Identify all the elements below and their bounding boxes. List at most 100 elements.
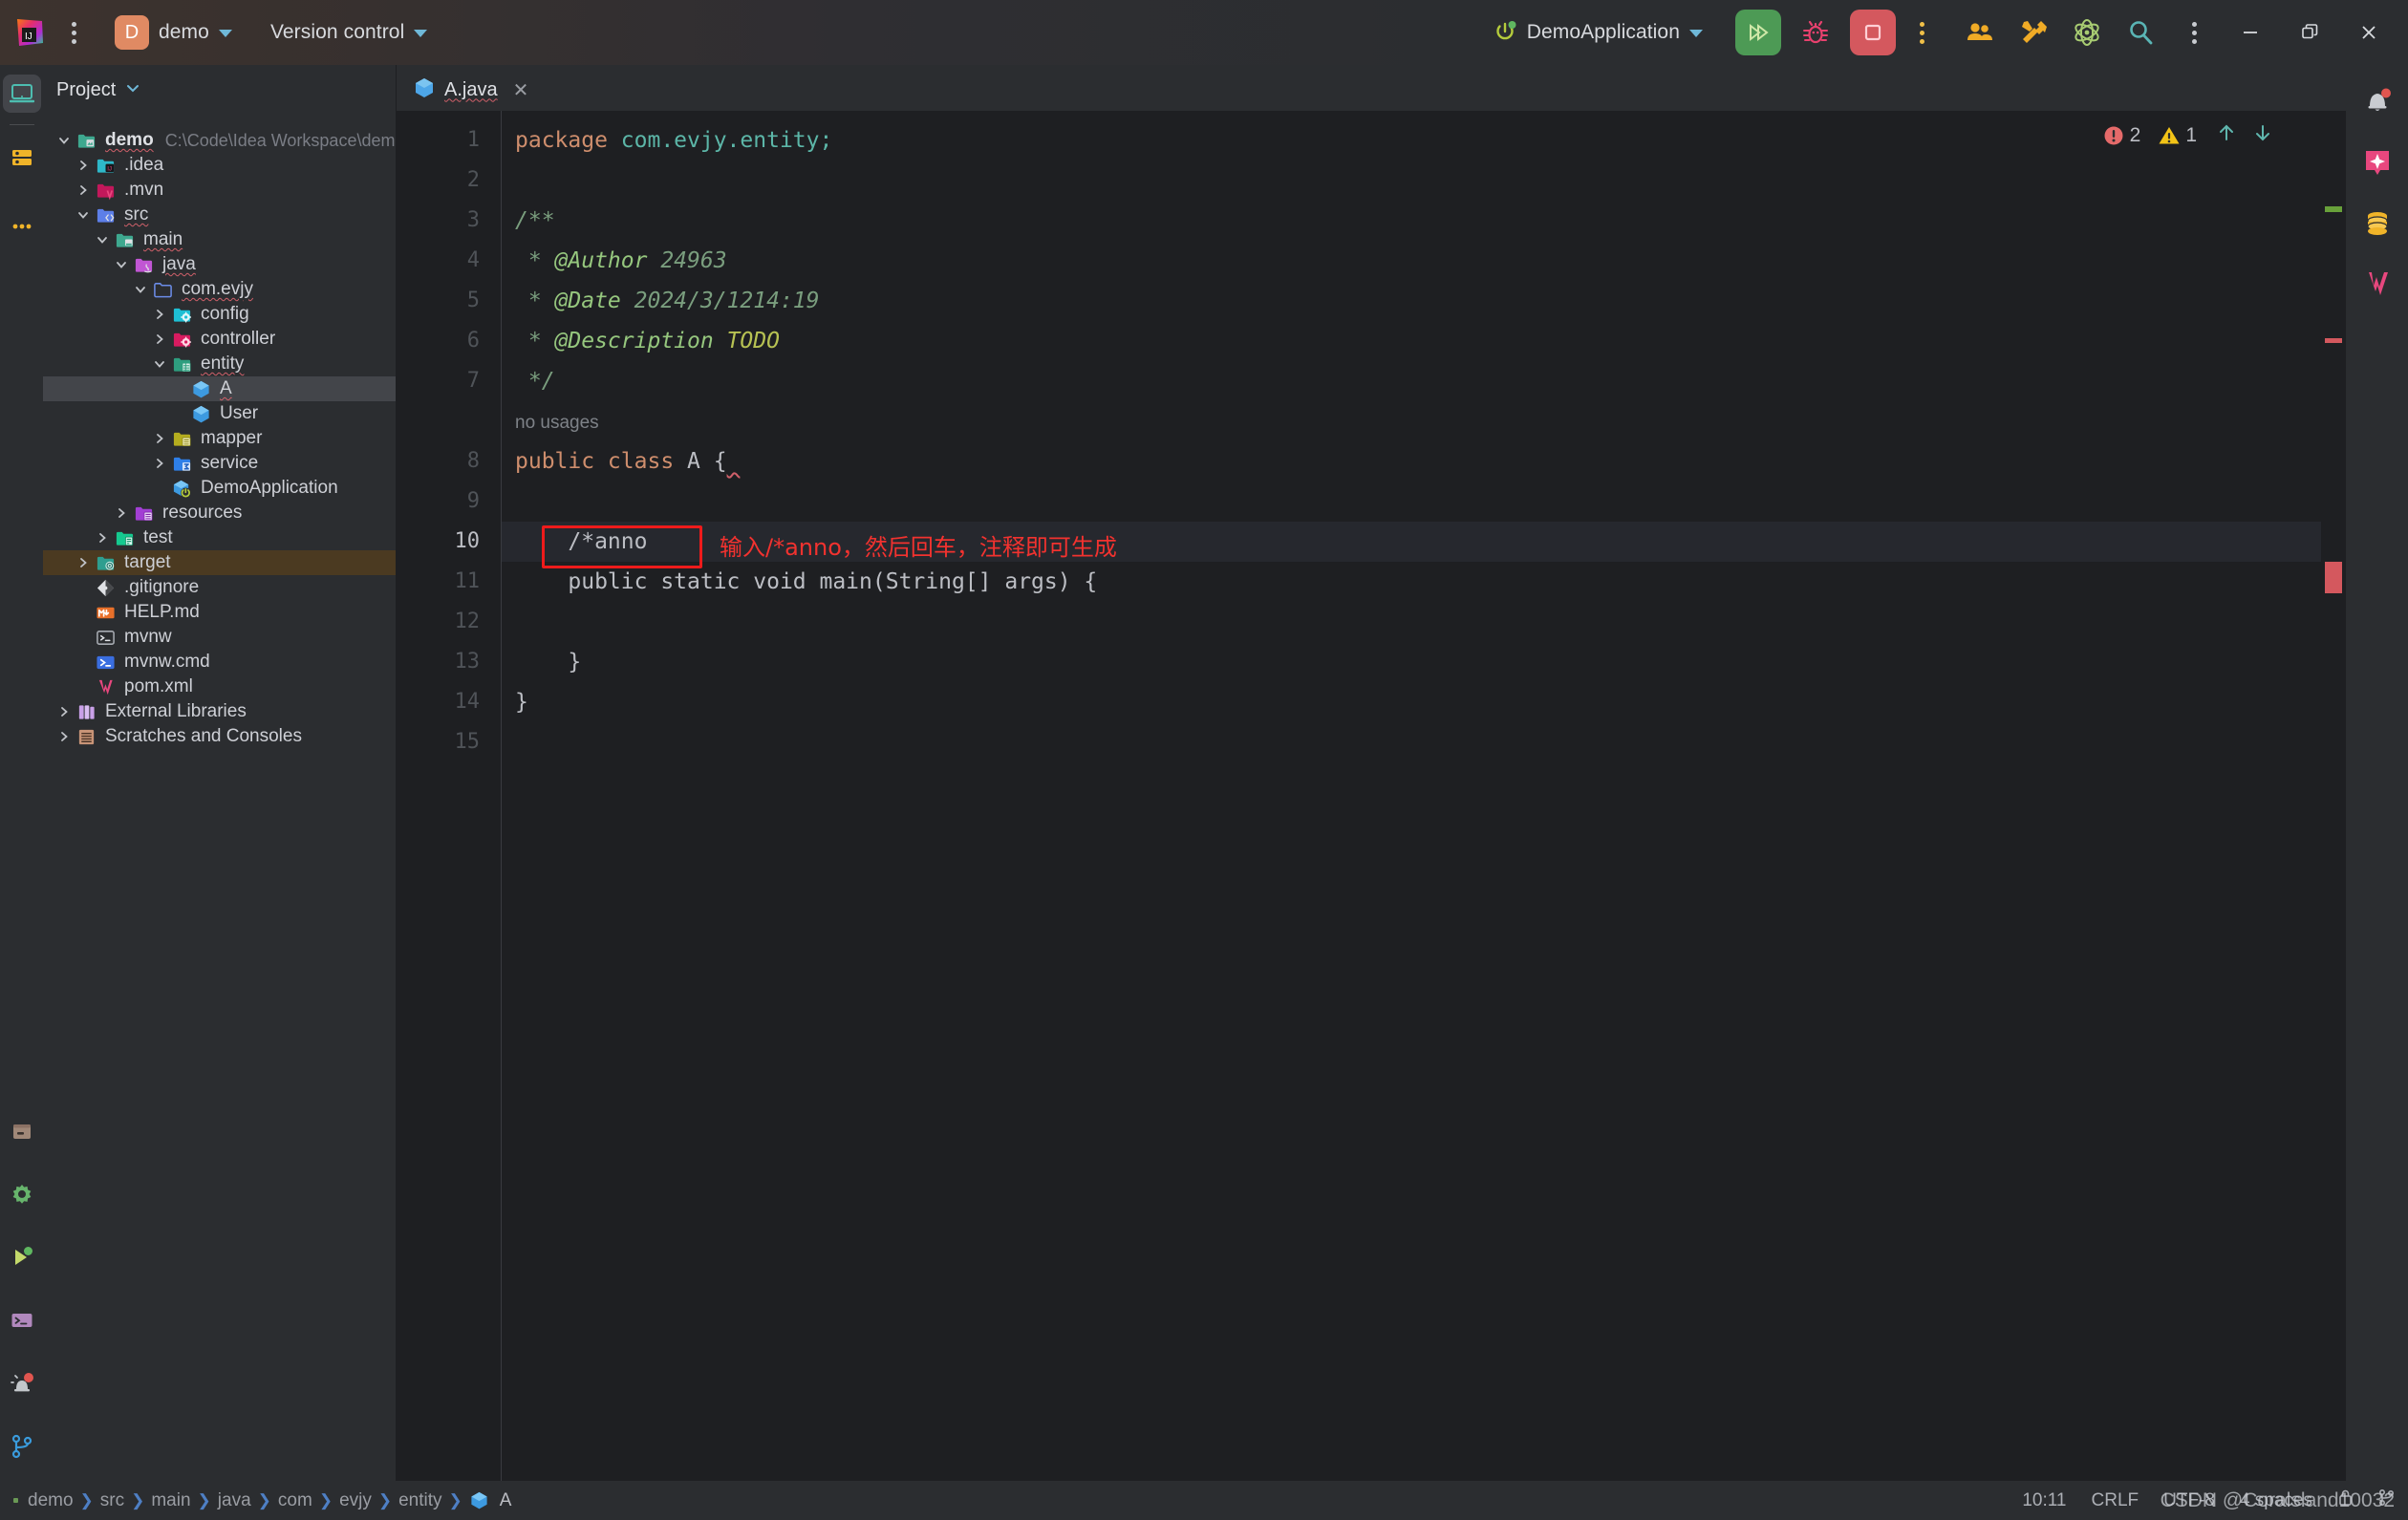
version-control-menu[interactable]: Version control (270, 21, 428, 44)
sidebar-item-more[interactable] (3, 207, 41, 246)
more-run-options-icon[interactable] (1907, 16, 1936, 49)
line-separator[interactable]: CRLF (2092, 1490, 2139, 1511)
warning-indicator[interactable]: 1 (2158, 124, 2197, 147)
code-line-8[interactable]: public class A { (502, 441, 2321, 482)
sidebar-item-problems[interactable] (3, 1364, 41, 1402)
line-number-11[interactable]: 11 (397, 562, 501, 602)
chevron-down-icon[interactable] (131, 283, 150, 296)
window-restore-button[interactable] (2280, 0, 2339, 65)
tree-item-a[interactable]: A (43, 376, 396, 401)
line-number-9[interactable]: 9 (397, 482, 501, 522)
tree-item-main[interactable]: main (43, 227, 396, 252)
tree-item-src[interactable]: src (43, 203, 396, 227)
breadcrumb-item-com[interactable]: com (278, 1490, 312, 1511)
tree-item--gitignore[interactable]: .gitignore (43, 575, 396, 600)
chevron-right-icon[interactable] (93, 531, 112, 545)
code-content[interactable]: package com.evjy.entity; /** * @Author 24… (502, 111, 2321, 1481)
code-line-1[interactable]: package com.evjy.entity; (502, 120, 2321, 161)
database-stack-icon[interactable] (2354, 201, 2400, 246)
tree-item-test[interactable]: test (43, 525, 396, 550)
red-error-marker[interactable] (2325, 338, 2342, 343)
sidebar-item-services[interactable] (3, 1175, 41, 1213)
editor-tab-a-java[interactable]: A.java ✕ (397, 69, 543, 115)
tree-item-demo[interactable]: demo C:\Code\Idea Workspace\demo (43, 128, 396, 153)
breadcrumb[interactable]: demo ❯ src ❯ main ❯ java ❯ com ❯ evjy ❯ entity ❯ A (13, 1490, 511, 1511)
tree-item-user[interactable]: User (43, 401, 396, 426)
red-error-block-marker[interactable] (2325, 562, 2342, 593)
chevron-right-icon[interactable] (150, 308, 169, 321)
chevron-right-icon[interactable] (74, 183, 93, 197)
chevron-down-icon[interactable] (74, 208, 93, 222)
line-number-10[interactable]: 10 (397, 522, 501, 562)
chevron-right-icon[interactable] (150, 432, 169, 445)
sidebar-item-project[interactable] (2, 75, 41, 113)
inspections-widget[interactable]: 2 1 (2102, 122, 2273, 149)
chevron-right-icon[interactable] (54, 705, 74, 718)
project-tree[interactable]: demo C:\Code\Idea Workspace\demo IJ .idea .m… (43, 115, 396, 1481)
run-configuration-selector[interactable]: DemoApplication (1485, 16, 1710, 49)
chevron-right-icon[interactable] (54, 730, 74, 743)
tree-item-config[interactable]: config (43, 302, 396, 327)
line-number-4[interactable]: 4 (397, 241, 501, 281)
sidebar-item-version-control[interactable] (3, 1427, 41, 1466)
git-branch-icon[interactable] (2378, 1488, 2395, 1512)
code-line-13[interactable]: } (502, 642, 2321, 682)
code-line-10[interactable]: /*anno 输入/*anno，然后回车，注释即可生成 (502, 522, 2321, 568)
window-close-button[interactable] (2339, 0, 2398, 65)
sidebar-item-build[interactable] (3, 1112, 41, 1150)
breadcrumb-item-demo[interactable]: demo (28, 1490, 74, 1511)
chevron-right-icon[interactable] (112, 506, 131, 520)
notifications-bell-icon[interactable] (2354, 78, 2400, 124)
chevron-down-icon[interactable] (54, 134, 74, 147)
breadcrumb-item-a[interactable]: A (500, 1490, 512, 1511)
code-line-9[interactable] (502, 482, 2321, 522)
close-icon[interactable]: ✕ (513, 78, 529, 102)
line-number-13[interactable]: 13 (397, 642, 501, 682)
chevron-down-icon[interactable] (93, 233, 112, 246)
tree-item-target[interactable]: target (43, 550, 396, 575)
line-number-15[interactable]: 15 (397, 722, 501, 762)
error-indicator[interactable]: 2 (2102, 124, 2140, 147)
sidebar-item-terminal[interactable] (3, 1301, 41, 1339)
code-line-11[interactable]: public static void main(String[] args) { (502, 562, 2321, 602)
tree-item-demoapplication[interactable]: DemoApplication (43, 476, 396, 501)
code-line-12[interactable] (502, 602, 2321, 642)
line-number-5[interactable]: 5 (397, 281, 501, 321)
run-with-coverage-button[interactable] (1735, 10, 1781, 55)
tree-item-pom-xml[interactable]: pom.xml (43, 674, 396, 699)
lock-icon[interactable] (2337, 1488, 2354, 1512)
editor-gutter[interactable]: 1 2 3 4 5 6 7 8 9 10 11 12 13 14 15 (397, 111, 502, 1481)
breadcrumb-item-java[interactable]: java (218, 1490, 251, 1511)
line-number-2[interactable]: 2 (397, 161, 501, 201)
tree-item-com-evjy[interactable]: com.evjy (43, 277, 396, 302)
line-number-12[interactable]: 12 (397, 602, 501, 642)
sidebar-item-commit[interactable] (3, 139, 41, 177)
tools-hammer-wrench-icon[interactable] (2007, 8, 2060, 57)
indent-setting[interactable]: 4 spaces (2240, 1490, 2312, 1511)
atom-plugin-icon[interactable] (2060, 8, 2114, 57)
window-minimize-button[interactable] (2221, 0, 2280, 65)
tree-item-controller[interactable]: controller (43, 327, 396, 352)
stop-button[interactable] (1850, 10, 1896, 55)
chevron-down-icon[interactable] (150, 357, 169, 371)
caret-position[interactable]: 10:11 (2022, 1490, 2066, 1511)
green-change-marker[interactable] (2325, 206, 2342, 212)
ai-sparkle-icon[interactable] (2354, 139, 2400, 185)
editor-marker-bar[interactable] (2321, 111, 2346, 1481)
breadcrumb-item-evjy[interactable]: evjy (339, 1490, 372, 1511)
tree-item-mvnw-cmd[interactable]: mvnw.cmd (43, 650, 396, 674)
line-number-1[interactable]: 1 (397, 120, 501, 161)
sidebar-item-run[interactable] (3, 1238, 41, 1276)
line-number-8[interactable]: 8 (397, 441, 501, 482)
tree-item-external-libraries[interactable]: External Libraries (43, 699, 396, 724)
code-line-7[interactable]: */ (502, 361, 2321, 401)
tree-item-entity[interactable]: entity (43, 352, 396, 376)
search-magnifier-icon[interactable] (2114, 8, 2167, 57)
line-number-7[interactable]: 7 (397, 361, 501, 401)
chevron-down-icon[interactable] (124, 79, 141, 101)
chevron-down-icon[interactable] (112, 258, 131, 271)
code-line-14[interactable]: } (502, 682, 2321, 722)
arrow-down-icon[interactable] (2252, 122, 2273, 149)
project-panel-header[interactable]: Project (43, 65, 396, 115)
line-number-14[interactable]: 14 (397, 682, 501, 722)
